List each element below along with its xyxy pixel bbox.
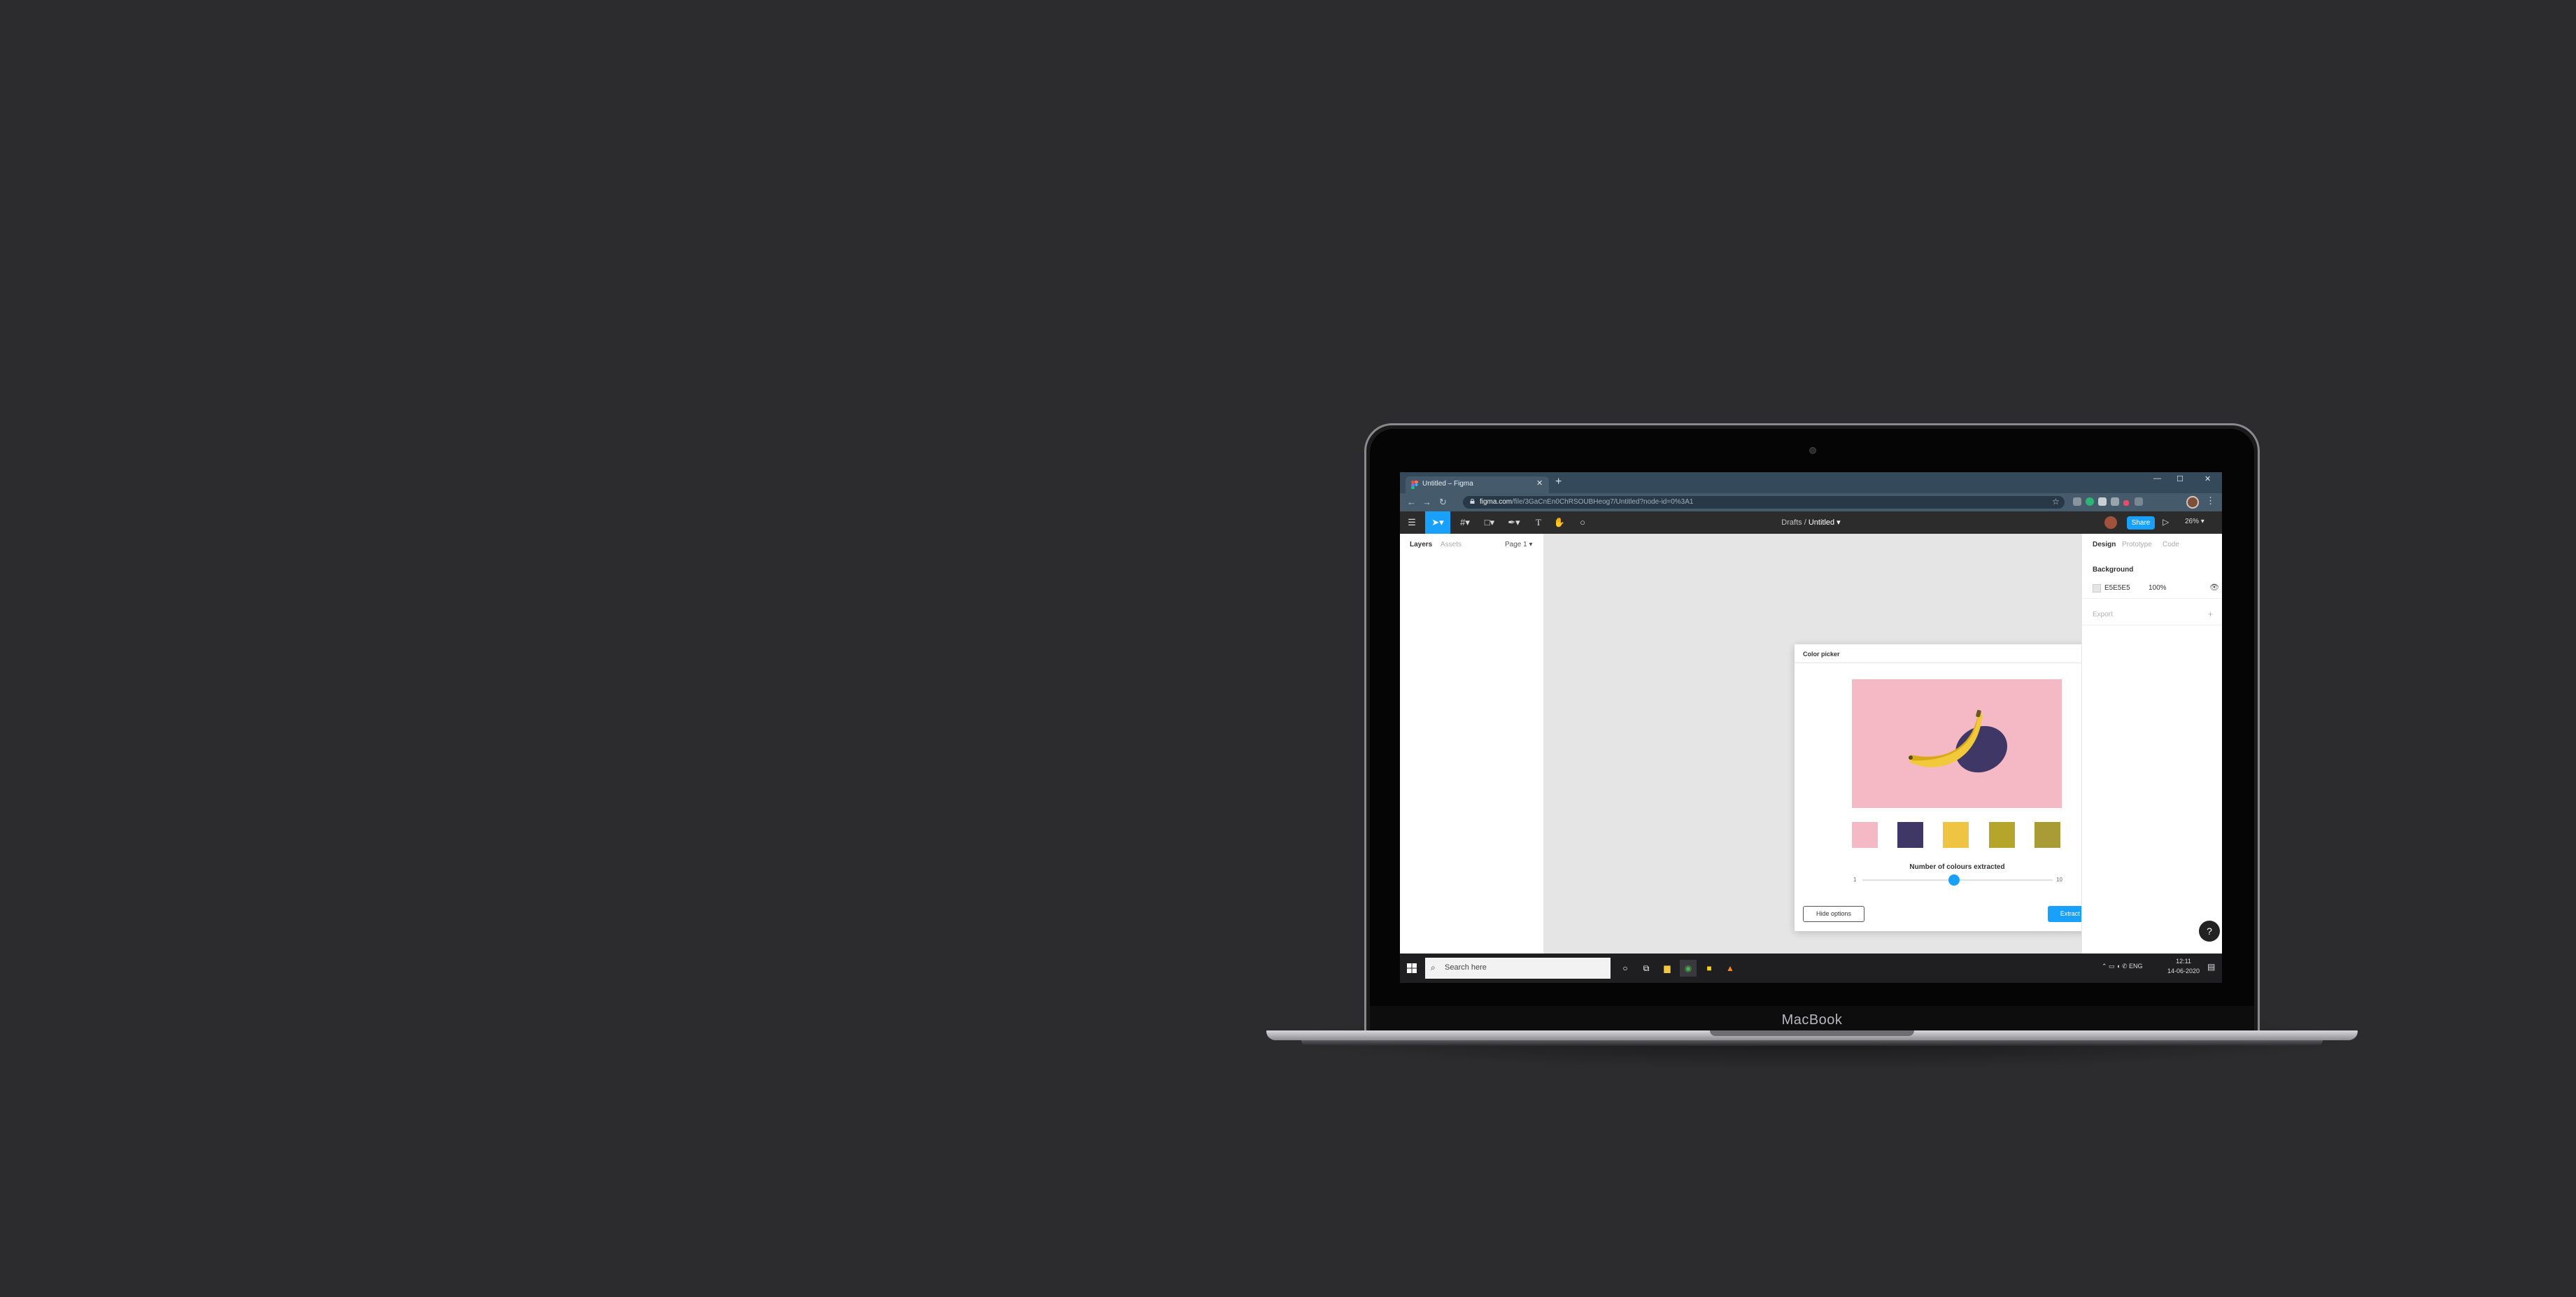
slider-min-label: 1 xyxy=(1853,877,1857,883)
page-name: Page 1 xyxy=(1505,541,1527,548)
close-window-button[interactable]: ✕ xyxy=(2205,474,2211,483)
language-indicator[interactable]: ENG xyxy=(2129,963,2143,970)
bookmark-star-icon[interactable]: ☆ xyxy=(2052,497,2060,506)
tab-prototype[interactable]: Prototype xyxy=(2122,541,2152,548)
address-bar[interactable]: figma.com/file/3GaCnEn0ChRSOUBHeog7/Unti… xyxy=(1463,496,2065,509)
taskbar-search-input[interactable]: ⌕ Search here xyxy=(1425,958,1611,979)
laptop-brand-label: MacBook xyxy=(1781,1012,1843,1028)
task-view-icon[interactable]: ⧉ xyxy=(1638,960,1655,977)
url-text: figma.com/file/3GaCnEn0ChRSOUBHeog7/Unti… xyxy=(1480,498,1693,506)
hide-options-button[interactable]: Hide options xyxy=(1803,906,1864,922)
tab-code[interactable]: Code xyxy=(2163,541,2179,548)
slider-max-label: 10 xyxy=(2056,877,2062,883)
file-explorer-icon[interactable]: ▆ xyxy=(1659,960,1676,977)
slider-thumb[interactable] xyxy=(1948,874,1960,886)
extension-icon[interactable] xyxy=(2135,497,2143,506)
forward-icon[interactable]: → xyxy=(1422,497,1431,507)
preview-image xyxy=(1852,679,2062,808)
tab-assets[interactable]: Assets xyxy=(1441,541,1462,548)
browser-profile-avatar[interactable] xyxy=(2186,496,2199,509)
back-icon[interactable]: ← xyxy=(1407,497,1416,507)
present-play-icon[interactable]: ▷ xyxy=(2163,517,2169,527)
browser-tab-title: Untitled – Figma xyxy=(1422,480,1473,488)
page-selector[interactable]: Page 1 ▾ xyxy=(1505,541,1533,548)
browser-menu-icon[interactable]: ⋮ xyxy=(2206,495,2215,506)
help-button[interactable]: ? xyxy=(2199,921,2220,942)
zoom-level[interactable]: 26% ▾ xyxy=(2185,518,2205,525)
notification-icon[interactable]: ▤ xyxy=(2207,962,2215,972)
cortana-icon[interactable]: ○ xyxy=(1617,960,1634,977)
color-swatch[interactable] xyxy=(1943,822,1969,848)
background-heading: Background xyxy=(2093,566,2134,574)
color-swatch[interactable] xyxy=(1989,822,2015,848)
maximize-button[interactable]: ☐ xyxy=(2177,474,2184,483)
webcam xyxy=(1809,447,1816,454)
system-tray[interactable]: ⌃ ▭ ◖ ✆ ENG xyxy=(2102,963,2143,970)
slider-label: Number of colours extracted xyxy=(1909,863,2005,871)
breadcrumb-project[interactable]: Drafts xyxy=(1781,518,1802,527)
grammarly-extension-icon[interactable] xyxy=(2086,497,2094,506)
new-tab-button[interactable]: + xyxy=(1555,476,1562,488)
close-tab-icon[interactable]: ✕ xyxy=(1536,479,1543,488)
zoom-value: 26% xyxy=(2185,518,2200,525)
divider xyxy=(2082,598,2222,599)
url-host: figma.com xyxy=(1480,498,1513,506)
share-button[interactable]: Share xyxy=(2127,516,2155,530)
export-heading: Export xyxy=(2093,611,2113,618)
file-name[interactable]: Untitled xyxy=(1809,518,1834,527)
lock-icon xyxy=(1470,499,1475,504)
extension-icon[interactable] xyxy=(2098,497,2107,506)
chevron-down-icon[interactable]: ▾ xyxy=(1834,518,1841,527)
banana-image xyxy=(1909,709,2007,773)
laptop-hinge-notch xyxy=(1710,1030,1914,1036)
canvas[interactable]: Color picker ✕ Number of colours extract… xyxy=(1544,534,2120,954)
breadcrumb: Drafts / Untitled ▾ xyxy=(1400,518,2222,527)
figma-logo-icon xyxy=(1411,481,1418,489)
laptop-base-bottom xyxy=(1301,1040,2323,1046)
color-swatch[interactable] xyxy=(1897,822,1923,848)
background-opacity-input[interactable]: 100% xyxy=(2149,584,2167,592)
clock-date[interactable]: 14-06-2020 xyxy=(2165,968,2202,974)
vlc-icon[interactable]: ▲ xyxy=(1722,960,1739,977)
browser-tab[interactable]: Untitled – Figma ✕ xyxy=(1406,476,1549,493)
figma-toolbar: ☰ ➤▾ #▾ □▾ ✒▾ T ✋ ○ Drafts / Untitled ▾ … xyxy=(1400,511,2222,534)
dialog-title: Color picker xyxy=(1803,651,1840,658)
layers-panel: Layers Assets Page 1 ▾ xyxy=(1400,534,1544,954)
tab-design[interactable]: Design xyxy=(2093,541,2116,548)
color-swatch[interactable] xyxy=(2034,822,2060,848)
tab-layers[interactable]: Layers xyxy=(1410,541,1432,548)
minimize-button[interactable]: — xyxy=(2153,474,2161,483)
background-hex-input[interactable]: E5E5E5 xyxy=(2104,584,2130,592)
search-icon: ⌕ xyxy=(1431,963,1436,972)
windows-start-icon[interactable] xyxy=(1407,963,1417,973)
windows-taskbar: ⌕ Search here ○ ⧉ ▆ ◉ ■ ▲ ⌃ ▭ ◖ ✆ ENG 12… xyxy=(1400,954,2222,983)
sticky-notes-icon[interactable]: ■ xyxy=(1701,960,1718,977)
laptop-screen: Untitled – Figma ✕ + — ☐ ✕ ← → ↻ figma.c… xyxy=(1400,472,2222,983)
reload-icon[interactable]: ↻ xyxy=(1439,497,1447,508)
add-export-icon[interactable]: + xyxy=(2208,609,2213,619)
extension-icon[interactable] xyxy=(2111,497,2119,506)
divider xyxy=(1795,662,2120,663)
user-avatar[interactable] xyxy=(2104,516,2117,529)
breadcrumb-separator: / xyxy=(1804,518,1806,527)
clock-time[interactable]: 12:11 xyxy=(2167,958,2200,965)
design-panel: Design Prototype Code Background E5E5E5 … xyxy=(2081,534,2222,954)
extension-badge-icon[interactable] xyxy=(2123,500,2129,506)
visibility-eye-icon[interactable]: 👁 xyxy=(2209,583,2219,592)
color-swatch[interactable] xyxy=(1852,822,1878,848)
url-path: /file/3GaCnEn0ChRSOUBHeog7/Untitled?node… xyxy=(1512,498,1694,506)
browser-tab-bar: Untitled – Figma ✕ + — ☐ ✕ xyxy=(1400,472,2222,493)
search-placeholder: Search here xyxy=(1445,963,1487,972)
color-picker-plugin-dialog: Color picker ✕ Number of colours extract… xyxy=(1795,644,2120,931)
chrome-icon[interactable]: ◉ xyxy=(1680,960,1697,977)
background-color-swatch[interactable] xyxy=(2093,584,2101,593)
browser-toolbar: ← → ↻ figma.com/file/3GaCnEn0ChRSOUBHeog… xyxy=(1400,493,2222,511)
extension-icon[interactable] xyxy=(2073,497,2081,506)
